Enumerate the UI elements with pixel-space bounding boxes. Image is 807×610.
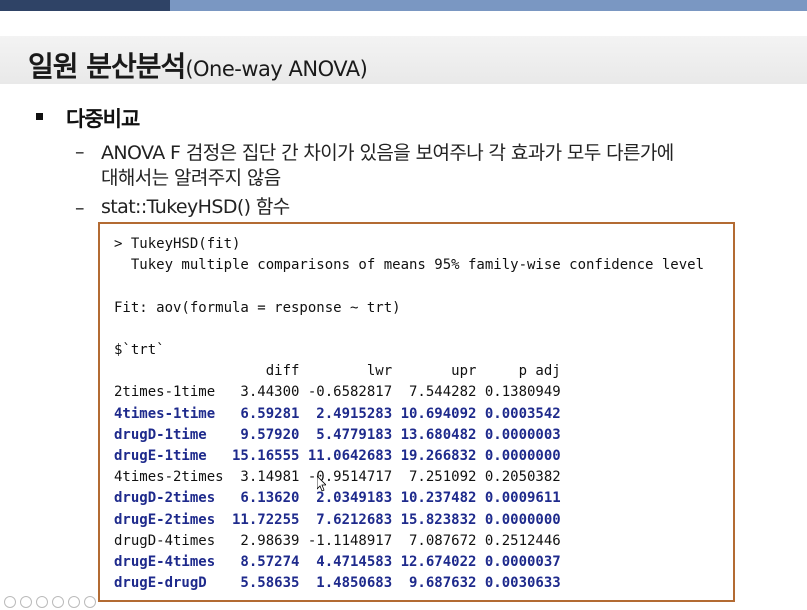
bullet-heading: 다중비교 <box>66 107 140 131</box>
view-icon[interactable] <box>52 595 64 608</box>
code-line: 2times-1time 3.44300 -0.6582817 7.544282… <box>114 384 561 401</box>
slideshow-controls-icons[interactable] <box>0 591 130 608</box>
code-line: diff lwr upr p adj <box>114 363 561 380</box>
code-line: Tukey multiple comparisons of means 95% … <box>114 257 705 274</box>
dash-bullet: – <box>75 141 85 163</box>
slide-title-main: 일원 분산분석 <box>28 50 186 83</box>
sub-bullet-1-line-1: ANOVA F 검정은 집단 간 차이가 있음을 보여주나 각 효과가 모두 다… <box>101 142 674 164</box>
slide-title: 일원 분산분석(One-way ANOVA) <box>28 45 368 85</box>
pen-icon[interactable] <box>36 595 48 608</box>
top-accent-bar-dark <box>0 0 170 11</box>
slide-title-sub: (One-way ANOVA) <box>185 57 368 81</box>
zoom-icon[interactable] <box>68 595 80 608</box>
code-line: drugD-4times 2.98639 -1.1148917 7.087672… <box>114 532 561 549</box>
code-line: > TukeyHSD(fit) <box>114 236 241 252</box>
code-line: drugD-2times 6.13620 2.0349183 10.237482… <box>114 490 561 507</box>
next-slide-icon[interactable] <box>20 595 32 608</box>
code-line: drugE-2times 11.72255 7.6212683 15.82383… <box>114 511 561 528</box>
bullet-square-icon <box>36 113 43 120</box>
prev-slide-icon[interactable] <box>4 595 16 608</box>
more-icon[interactable] <box>84 595 96 608</box>
code-line: 4times-2times 3.14981 -0.9514717 7.25109… <box>114 469 561 486</box>
code-line: drugE-drugD 5.58635 1.4850683 9.687632 0… <box>114 575 561 592</box>
code-output-box: > TukeyHSD(fit) Tukey multiple compariso… <box>98 222 735 602</box>
code-line: drugE-1time 15.16555 11.0642683 19.26683… <box>114 448 561 464</box>
pointer-cursor-icon <box>317 476 326 492</box>
sub-bullet-2: stat::TukeyHSD() 함수 <box>101 196 290 218</box>
code-line: Fit: aov(formula = response ~ trt) <box>114 299 401 316</box>
code-line: 4times-1time 6.59281 2.4915283 10.694092… <box>114 405 561 422</box>
code-line: $`trt` <box>114 342 165 358</box>
code-line: drugE-4times 8.57274 4.4714583 12.674022… <box>114 554 561 570</box>
dash-bullet: – <box>75 197 85 219</box>
code-line: drugD-1time 9.57920 5.4779183 13.680482 … <box>114 426 561 443</box>
sub-bullet-1-line-2: 대해서는 알려주지 않음 <box>101 167 281 189</box>
